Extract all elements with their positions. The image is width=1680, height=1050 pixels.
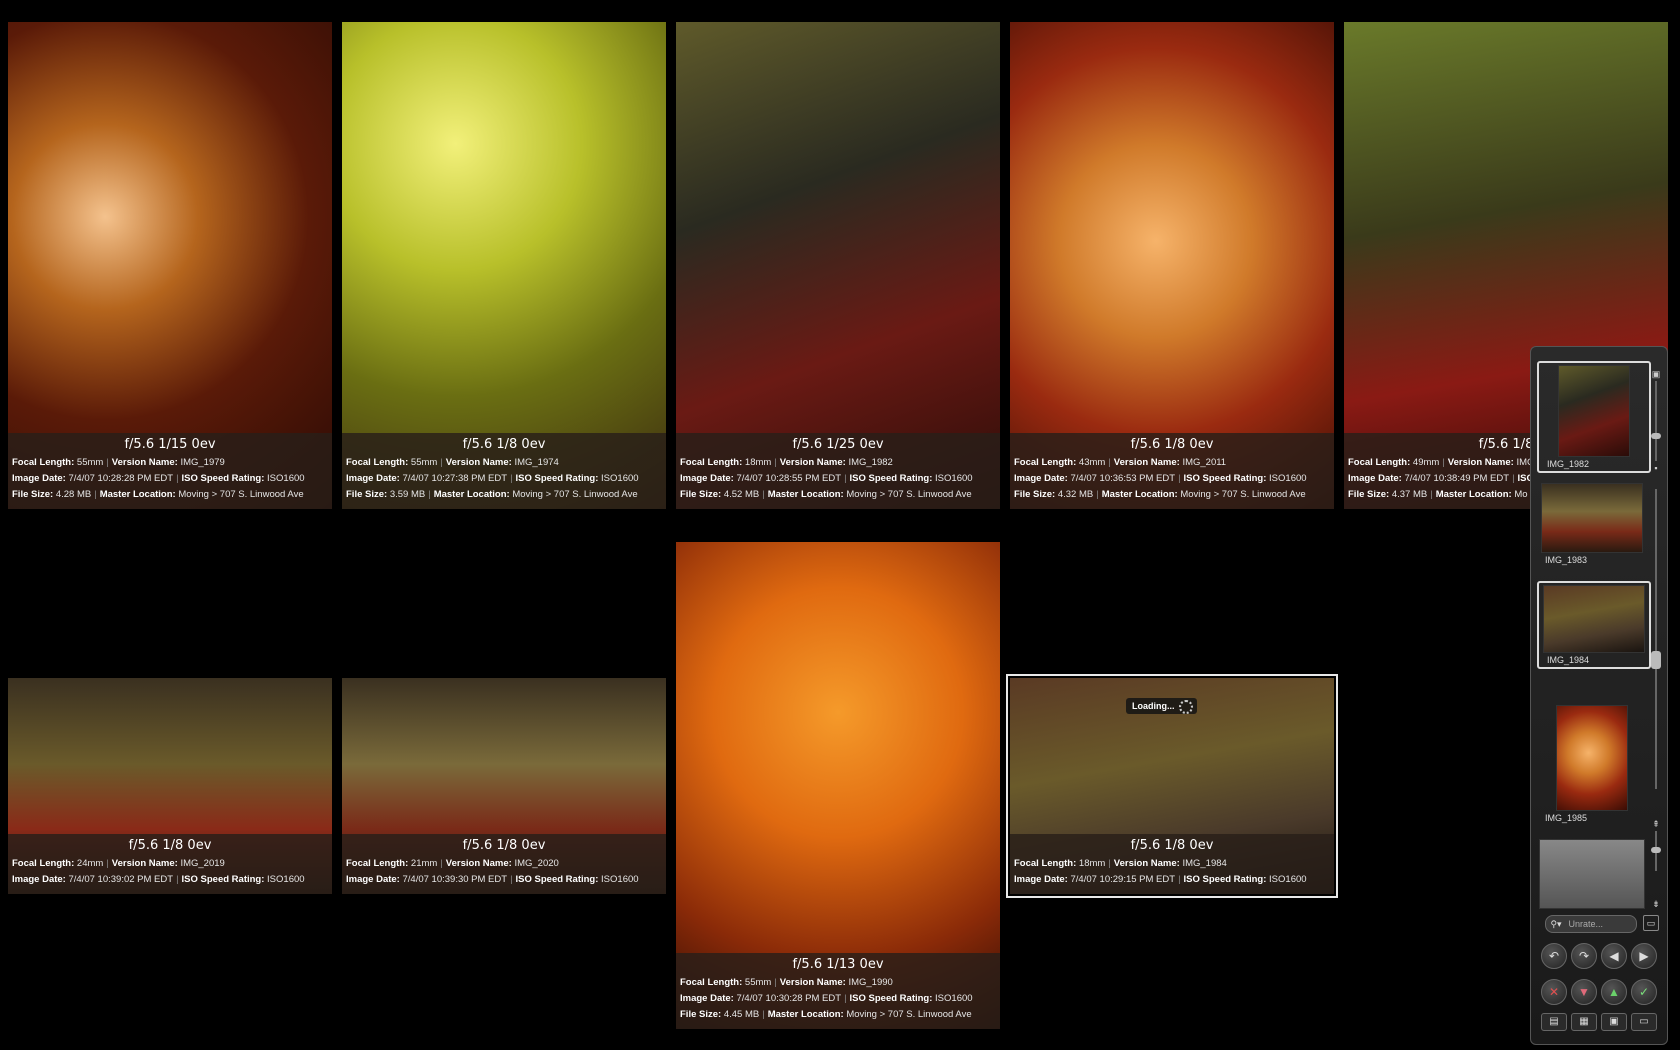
metadata-overlay: f/5.6 1/8 0ev Focal Length: 18mm | Version… — [1010, 834, 1334, 894]
exposure-label: f/5.6 1/8 0ev — [462, 838, 546, 853]
stack-icon[interactable]: ▦ — [1571, 1013, 1597, 1031]
scroll-knob[interactable] — [1651, 651, 1661, 669]
metadata-overlay: f/5.6 1/8 0ev Focal Length: 43mm | Version… — [1010, 433, 1334, 509]
metadata-overlay: f/5.6 1/25 0ev Focal Length: 18mm | Versio… — [676, 433, 1000, 509]
metadata-overlay: f/5.6 1/8 0ev Focal Length: 55mm | Version… — [342, 433, 666, 509]
filmstrip-thumb[interactable]: IMG_1984 — [1537, 581, 1651, 669]
exposure-label: f/5.6 1/8 0ev — [1130, 838, 1214, 853]
photo-tile[interactable]: f/5.6 1/13 0ev Focal Length: 55mm | Versio… — [676, 542, 1000, 1029]
exposure-label: f/5.6 1/8 0ev — [128, 838, 212, 853]
rotate-left-button[interactable]: ↶ — [1541, 943, 1567, 969]
rotate-right-button[interactable]: ↷ — [1571, 943, 1597, 969]
thumb-image — [1543, 585, 1645, 653]
zoom-slider-knob[interactable] — [1651, 433, 1661, 439]
previous-button[interactable]: ◀ — [1601, 943, 1627, 969]
photo-tile-selected[interactable]: Loading... f/5.6 1/8 0ev Focal Length: 1… — [1006, 674, 1338, 898]
metadata-overlay: f/5.6 1/8 0ev Focal Length: 24mm | Version… — [8, 834, 332, 894]
filmstrip: IMG_1982 IMG_1983 IMG_1984 IMG_1985 — [1537, 361, 1651, 941]
filmstrip-hud: IMG_1982 IMG_1983 IMG_1984 IMG_1985 ▣ ▪ … — [1530, 346, 1668, 1045]
viewer-mode-icon[interactable]: ▤ — [1541, 1013, 1567, 1031]
accept-button[interactable]: ✓ — [1631, 979, 1657, 1005]
decrease-rating-button[interactable]: ▼ — [1571, 979, 1597, 1005]
photo-tile[interactable]: f/5.6 1/25 0ev Focal Length: 18mm | Versio… — [676, 22, 1000, 509]
photo-tile[interactable]: f/5.6 1/8 0ev Focal Length: 21mm | Version… — [342, 678, 666, 894]
zoom-fit-icon[interactable]: ▣ — [1601, 1013, 1627, 1031]
thumb-image — [1556, 705, 1628, 811]
zoom-small-icon[interactable]: ▪ — [1650, 463, 1662, 473]
photo-tile[interactable]: f/5.6 1/8 0ev Focal Length: 43mm | Version… — [1010, 22, 1334, 509]
rating-search-field[interactable]: ⚲▾ Unrate... — [1545, 915, 1637, 933]
loading-indicator: Loading... — [1126, 698, 1197, 714]
exposure-label: f/5.6 1/25 0ev — [792, 437, 884, 452]
scroll-slider-knob[interactable] — [1651, 847, 1661, 853]
filmstrip-scrollbar[interactable]: ▣ ▪ ⇞ ⇟ — [1650, 369, 1662, 929]
exposure-label: f/5.6 1/8 0ev — [1130, 437, 1214, 452]
scroll-down-icon[interactable]: ⇟ — [1650, 899, 1662, 909]
exposure-label: f/5.6 1/8 0ev — [462, 437, 546, 452]
spinner-icon — [1178, 700, 1193, 714]
zoom-large-icon[interactable]: ▣ — [1650, 369, 1662, 379]
photo-tile[interactable]: f/5.6 1/8 0ev Focal Length: 24mm | Version… — [8, 678, 332, 894]
thumb-image — [1558, 365, 1630, 457]
filmstrip-thumb[interactable]: IMG_1983 — [1537, 483, 1647, 567]
photo-tile[interactable]: f/5.6 1/8 0ev Focal Length: 55mm | Version… — [342, 22, 666, 509]
metadata-overlay: f/5.6 1/15 0ev Focal Length: 55mm | Versio… — [8, 433, 332, 509]
fullscreen-icon[interactable]: ▭ — [1631, 1013, 1657, 1031]
exposure-label: f/5.6 1/13 0ev — [792, 957, 884, 972]
filmstrip-thumb[interactable]: IMG_1985 — [1537, 705, 1647, 825]
window-toggle-button[interactable]: ▭ — [1643, 915, 1659, 931]
metadata-overlay: f/5.6 1/13 0ev Focal Length: 55mm | Versio… — [676, 953, 1000, 1029]
scroll-up-icon[interactable]: ⇞ — [1650, 819, 1662, 829]
photo-tile[interactable]: f/5.6 1/15 0ev Focal Length: 55mm | Versio… — [8, 22, 332, 509]
increase-rating-button[interactable]: ▲ — [1601, 979, 1627, 1005]
metadata-overlay: f/5.6 1/8 0ev Focal Length: 21mm | Version… — [342, 834, 666, 894]
exposure-label: f/5.6 1/15 0ev — [124, 437, 216, 452]
search-icon: ⚲▾ — [1550, 919, 1562, 929]
filmstrip-thumb[interactable] — [1537, 839, 1647, 909]
next-button[interactable]: ▶ — [1631, 943, 1657, 969]
thumb-image — [1539, 839, 1645, 909]
thumb-image — [1541, 483, 1643, 553]
reject-button[interactable]: ✕ — [1541, 979, 1567, 1005]
filmstrip-thumb[interactable]: IMG_1982 — [1537, 361, 1651, 473]
